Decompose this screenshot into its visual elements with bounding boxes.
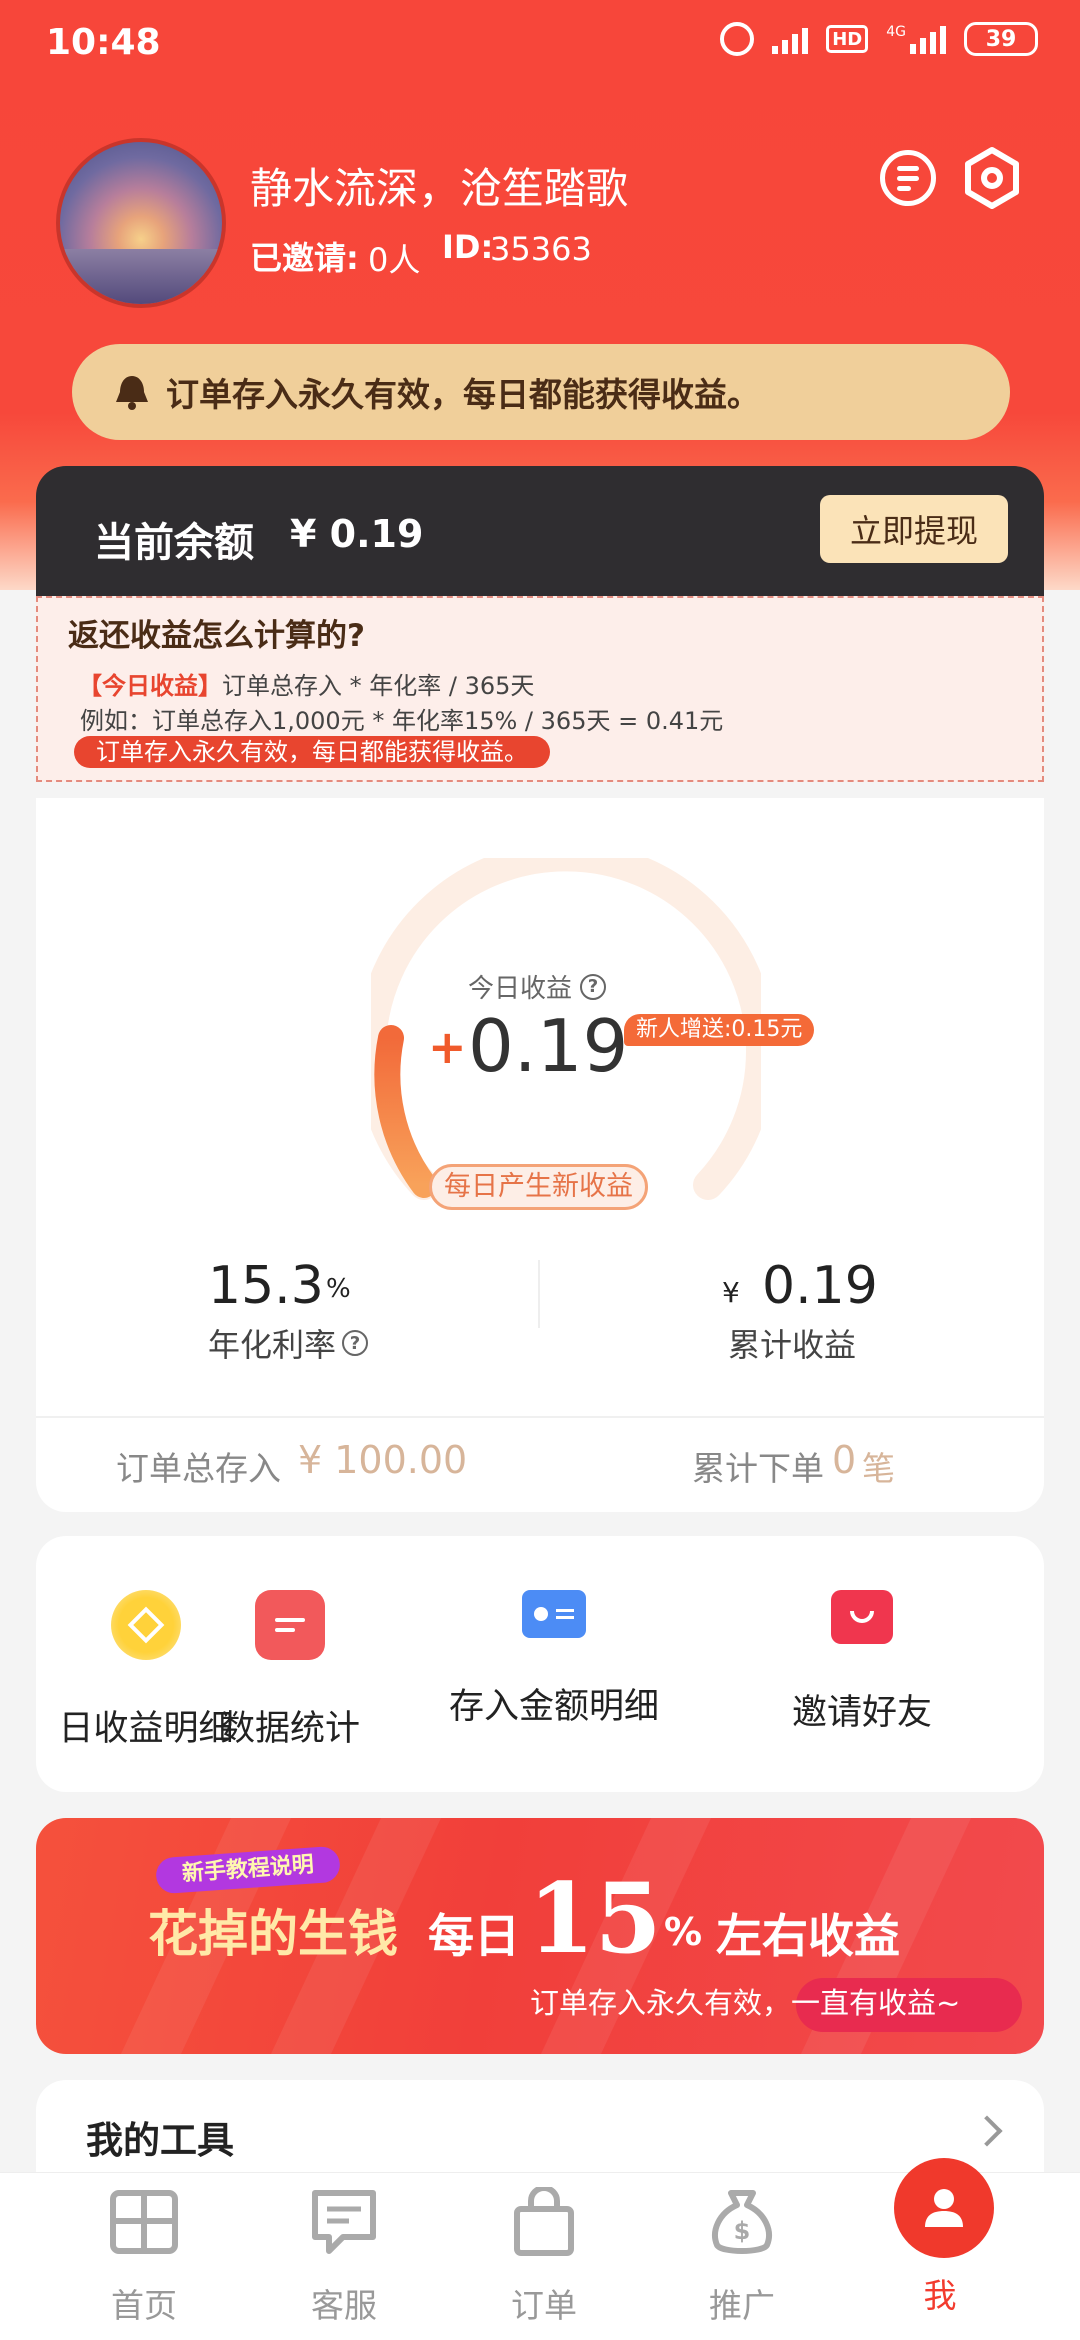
explanation-title: 返还收益怎么计算的? [68,618,365,654]
banner-tag: 新手教程说明 [154,1845,342,1895]
earnings-explanation: 返还收益怎么计算的? 【今日收益】订单总存入 * 年化率 / 365天 例如：订… [36,596,1044,782]
explanation-pill: 订单存入永久有效，每日都能获得收益。 [74,736,550,768]
hd-icon: HD [826,25,869,53]
chevron-right-icon[interactable] [971,2115,1003,2147]
order-count-label: 累计下单 [692,1449,824,1488]
total-earnings-value: 0.19 [762,1256,878,1316]
banner-suffix: 左右收益 [716,1909,900,1963]
document-icon [255,1590,325,1660]
bell-icon [116,376,148,410]
explanation-formula: 【今日收益】订单总存入 * 年化率 / 365天 [78,666,534,701]
today-earnings-tag: 【今日收益】 [78,672,222,700]
nav-label: 我 [923,2276,957,2315]
function-label: 数据统计 [219,1709,360,1749]
user-name: 静水流深，沧笙踏歌 [250,164,629,213]
help-icon[interactable]: ? [580,973,607,1000]
annual-rate-label: 年化利率 ? [208,1320,369,1366]
nav-promote[interactable]: $ 推广 [672,2187,812,2327]
nav-service[interactable]: 客服 [274,2187,414,2327]
function-label: 存入金额明细 [448,1687,659,1727]
message-icon[interactable] [880,150,936,206]
function-grid: 日收益明细 数据统计 存入金额明细 邀请好友 [36,1536,1044,1792]
banner-subtitle: 订单存入永久有效，一直有收益~ [530,1986,961,2020]
explanation-example: 例如：订单总存入1,000元 * 年化率15% / 365天 = 0.41元 [80,707,724,735]
settings-icon[interactable] [960,146,1024,210]
bag-icon [514,2187,574,2256]
nav-home[interactable]: 首页 [74,2187,214,2327]
order-count-value: 0 [832,1438,857,1482]
rate-help-icon[interactable]: ? [342,1330,369,1356]
deposit-detail-button[interactable]: 存入金额明细 [434,1590,674,1729]
total-earnings-currency: ¥ [722,1276,740,1309]
promo-banner[interactable]: 新手教程说明 花掉的生钱 每日 15 % 左右收益 订单存入永久有效，一直有收益… [36,1818,1044,2054]
user-icon [925,2189,963,2227]
formula-text: 订单总存入 * 年化率 / 365天 [222,672,535,700]
notice-bar: 订单存入永久有效，每日都能获得收益。 [72,344,1010,440]
notice-text: 订单存入永久有效，每日都能获得收益。 [166,375,760,414]
order-count-unit: 笔 [862,1449,895,1488]
nav-label: 推广 [709,2286,775,2325]
invite-friends-button[interactable]: 邀请好友 [742,1590,982,1735]
total-deposit-label: 订单总存入 [116,1449,281,1488]
money-bag-icon: $ [712,2190,772,2254]
withdraw-button[interactable]: 立即提现 [820,495,1008,563]
invited-value: 0人 [368,241,421,279]
today-earnings-label-text: 今日收益 [468,974,573,1004]
banner-rate: 15 [528,1862,662,1975]
new-user-bonus-badge: 新人增送:0.15元 [624,1014,815,1046]
banner-percent: % [664,1910,703,1954]
data-statistics-button[interactable]: 数据统计 [170,1590,410,1751]
battery-icon: 39 [964,22,1038,56]
balance-value: ¥ 0.19 [290,512,424,556]
today-earnings-label: 今日收益 ? [468,968,607,1005]
today-earnings-value: 0.19 [468,1004,629,1088]
signal-4g-icon: 4G [886,24,946,54]
daily-earnings-badge: 每日产生新收益 [429,1164,648,1210]
balance-label: 当前余额 [94,520,254,566]
home-grid-icon [110,2190,178,2254]
total-earnings-label: 累计收益 [728,1326,857,1364]
nav-label: 客服 [311,2286,377,2325]
nav-me[interactable]: 我 [870,2269,1010,2317]
chat-icon [312,2190,376,2254]
alarm-icon [720,22,755,56]
status-time: 10:48 [46,22,161,63]
function-label: 邀请好友 [791,1693,932,1733]
total-deposit-value: ¥ 100.00 [298,1438,468,1482]
annual-rate-value: 15.3 [208,1256,324,1316]
id-label: ID: [442,228,494,266]
status-icons: HD 4G 39 [720,22,1038,56]
invited-label: 已邀请: [250,239,359,277]
banner-daily: 每日 [428,1909,520,1963]
status-bar: 10:48 HD 4G 39 [0,0,1080,90]
balance-card: 当前余额 ¥ 0.19 立即提现 [36,466,1044,596]
nav-label: 首页 [111,2286,177,2325]
nav-orders[interactable]: 订单 [474,2187,614,2327]
signal-icon [772,24,809,54]
banner-title: 花掉的生钱 [148,1904,398,1963]
annual-rate-label-text: 年化利率 [208,1326,337,1364]
plus-sign: + [428,1020,467,1074]
id-value: 35363 [490,230,592,268]
card-divider [36,1416,1044,1418]
earnings-card: 今日收益 ? + 0.19 新人增送:0.15元 每日产生新收益 15.3 % … [36,798,1044,1512]
id-card-icon [522,1590,586,1638]
avatar[interactable] [56,138,226,308]
gift-icon [831,1590,893,1644]
annual-rate-unit: % [326,1274,351,1304]
stats-divider [538,1260,540,1328]
nav-label: 订单 [511,2286,577,2325]
nav-me-button[interactable] [894,2158,994,2258]
my-tools-title: 我的工具 [86,2119,234,2162]
svg-text:$: $ [734,2217,751,2245]
network-label: 4G [886,24,906,40]
